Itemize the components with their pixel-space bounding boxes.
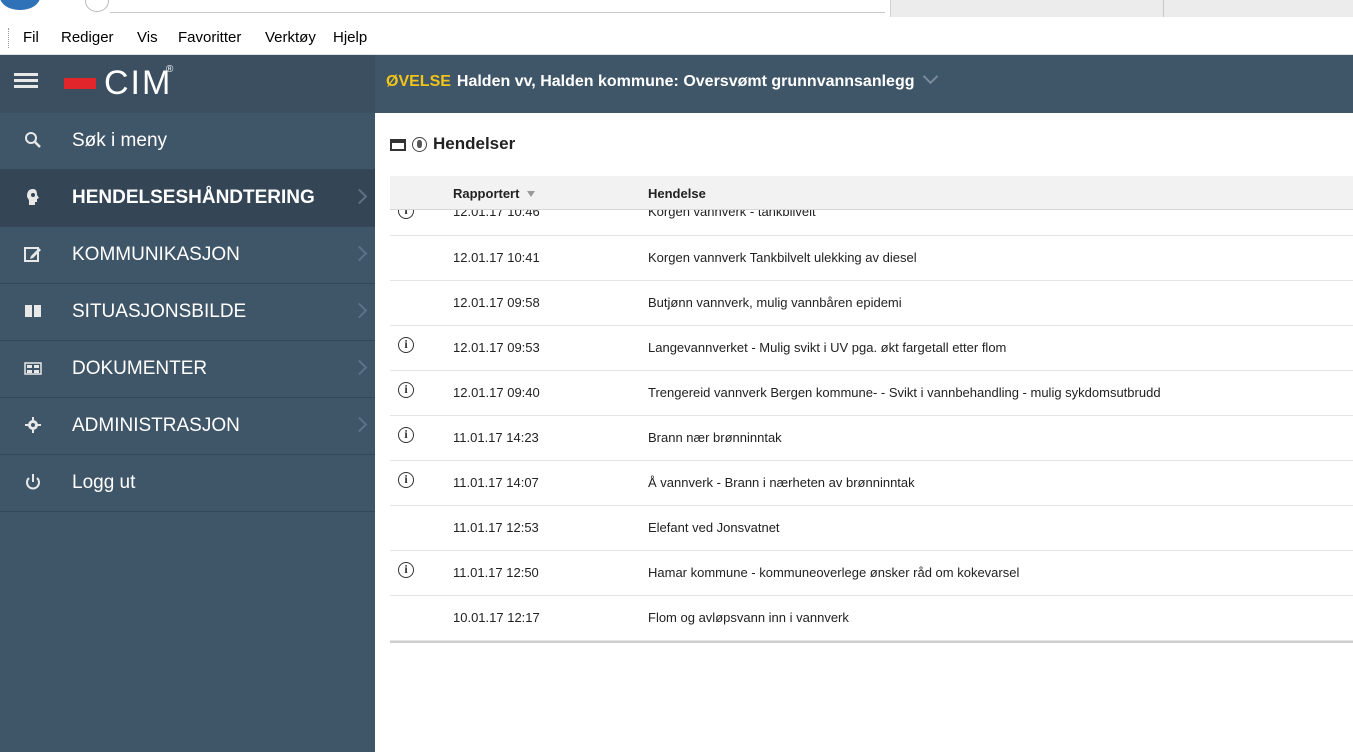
hamburger-menu-icon[interactable] [14,79,38,82]
search-icon [24,131,42,149]
table-row[interactable]: i 12.01.17 09:53 Langevannverket - Mulig… [390,326,1353,371]
table-header: Rapportert Hendelse [390,176,1353,210]
panel-title: Hendelser [433,134,516,153]
sidebar-item-search[interactable]: Søk i meny [0,113,375,170]
row-event: Trengereid vannverk Bergen kommune- - Sv… [648,385,1161,400]
sidebar-item-kommunikasjon[interactable]: KOMMUNIKASJON [0,227,375,284]
filter-icon[interactable] [527,191,536,197]
menu-edit[interactable]: Rediger [61,29,114,46]
browser-tab-icon[interactable] [85,0,109,12]
row-time: 11.01.17 12:53 [453,520,539,535]
table-row[interactable]: i 11.01.17 12:50 Hamar kommune - kommune… [390,551,1353,596]
row-time: 12.01.17 09:53 [453,340,540,355]
table-row[interactable]: i 12.01.17 10:46 Korgen vannverk - tankb… [390,210,1353,236]
info-icon[interactable]: i [398,210,414,219]
table-row[interactable]: i 11.01.17 14:07 Å vannverk - Brann i næ… [390,461,1353,506]
info-icon[interactable]: i [398,382,414,398]
browser-tabstrip [0,0,1353,20]
row-time: 10.01.17 12:17 [453,610,540,625]
info-icon[interactable]: i [398,562,414,578]
menu-help[interactable]: Hjelp [333,29,367,46]
row-event: Butjønn vannverk, mulig vannbåren epidem… [648,295,902,310]
address-bar-edge [110,12,885,13]
row-event: Hamar kommune - kommuneoverlege ønsker r… [648,565,1020,580]
columns-icon [24,302,42,320]
sidebar-item-label: DOKUMENTER [72,358,208,379]
row-event: Korgen vannverk Tankbilvelt ulekking av … [648,250,917,265]
sidebar-item-label: SITUASJONSBILDE [72,301,247,322]
info-icon[interactable]: i [398,337,414,353]
row-event: Langevannverket - Mulig svikt i UV pga. … [648,340,1007,355]
chevron-right-icon [351,245,368,262]
chevron-right-icon [351,188,368,205]
row-event: Brann nær brønninntak [648,430,782,445]
table-row[interactable]: i 12.01.17 09:40 Trengereid vannverk Ber… [390,371,1353,416]
logo-red-bar [64,78,96,89]
sidebar-item-administrasjon[interactable]: ADMINISTRASJON [0,398,375,455]
row-time: 11.01.17 14:07 [453,475,539,490]
archive-icon [24,359,42,377]
sidebar-item-label: HENDELSESHÅNDTERING [72,187,315,208]
menu-file[interactable]: Fil [23,29,39,46]
head-icon [24,188,42,206]
sidebar-item-label: Logg ut [72,472,136,493]
sidebar-item-dokumenter[interactable]: DOKUMENTER [0,341,375,398]
exercise-label: ØVELSE [386,73,451,90]
menu-bar: Fil Rediger Vis Favoritter Verktøy Hjelp [0,20,1353,55]
logo-area [0,55,375,113]
window-icon[interactable] [390,138,406,151]
table-row[interactable]: 10.01.17 12:17 Flom og avløpsvann inn i … [390,596,1353,641]
row-event: Elefant ved Jonsvatnet [648,520,780,535]
sidebar: Søk i meny HENDELSESHÅNDTERING KOMMUNIKA… [0,113,375,752]
events-table: Rapportert Hendelse i 12.01.17 10:46 Kor… [390,176,1353,643]
incident-selector[interactable]: ØVELSE Halden vv, Halden kommune: Oversvø… [386,68,938,91]
column-header-reported[interactable]: Rapportert [453,186,536,201]
logo-registered-mark: ® [166,64,174,75]
table-row[interactable]: 11.01.17 12:53 Elefant ved Jonsvatnet [390,506,1353,551]
row-time: 11.01.17 12:50 [453,565,539,580]
row-time: 12.01.17 10:41 [453,250,540,265]
column-header-event[interactable]: Hendelse [648,186,706,201]
chevron-right-icon [351,302,368,319]
power-icon [24,473,42,491]
app-logo: CIM [104,64,173,102]
row-time: 12.01.17 10:46 [453,210,540,219]
sidebar-item-hendelseshandtering[interactable]: HENDELSESHÅNDTERING [0,170,375,227]
row-event: Å vannverk - Brann i nærheten av brønnin… [648,475,915,490]
globe-icon [412,137,427,153]
row-time: 12.01.17 09:40 [453,385,540,400]
main-content: Hendelser Rapportert Hendelse i 12.01.17… [375,113,1353,752]
row-time: 11.01.17 14:23 [453,430,539,445]
menu-view[interactable]: Vis [137,29,158,46]
sidebar-item-logout[interactable]: Logg ut [0,455,375,512]
app-header: CIM ® ØVELSE Halden vv, Halden kommune: O… [0,55,1353,113]
incident-title: Halden vv, Halden kommune: Oversvømt gru… [456,73,915,90]
table-row[interactable]: 12.01.17 10:41 Korgen vannverk Tankbilve… [390,236,1353,281]
info-icon[interactable]: i [398,427,414,443]
info-icon[interactable]: i [398,472,414,488]
sidebar-item-label: KOMMUNIKASJON [72,244,240,265]
panel-header: Hendelser [390,134,515,164]
table-row[interactable]: 12.01.17 09:58 Butjønn vannverk, mulig v… [390,281,1353,326]
sidebar-item-situasjonsbilde[interactable]: SITUASJONSBILDE [0,284,375,341]
chevron-right-icon [351,359,368,376]
table-row[interactable]: i 11.01.17 14:23 Brann nær brønninntak [390,416,1353,461]
browser-tab[interactable] [890,0,1353,17]
tab-separator [1163,0,1164,17]
row-event: Korgen vannverk - tankbilvelt [648,210,816,219]
edit-icon [24,245,42,263]
gear-icon [24,416,42,434]
sidebar-item-label: Søk i meny [72,130,168,151]
row-time: 12.01.17 09:58 [453,295,540,310]
table-bottom-border [390,641,1353,643]
menu-favorites[interactable]: Favoritter [178,29,241,46]
chevron-right-icon [351,416,368,433]
row-event: Flom og avløpsvann inn i vannverk [648,610,849,625]
browser-logo-icon[interactable] [0,0,40,10]
menu-tools[interactable]: Verktøy [265,29,316,46]
menu-grip [8,28,11,48]
sidebar-item-label: ADMINISTRASJON [72,415,240,436]
chevron-down-icon[interactable] [922,68,938,85]
